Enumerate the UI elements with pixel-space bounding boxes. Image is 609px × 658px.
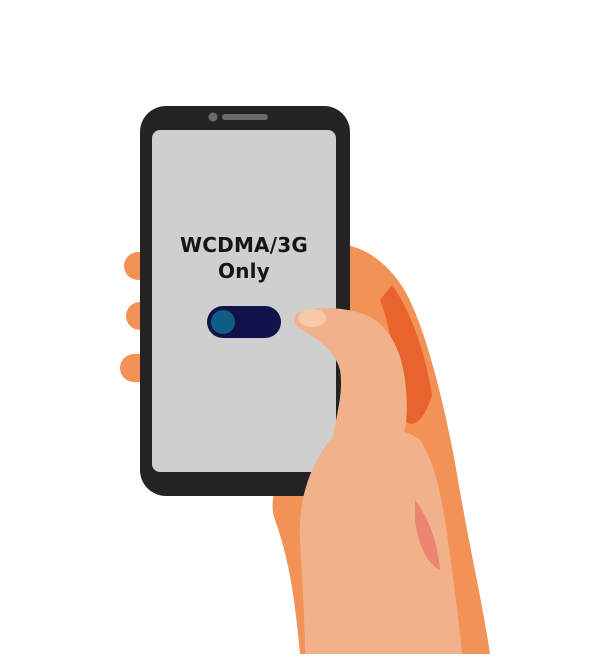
phone-screen xyxy=(152,130,336,472)
front-camera-icon xyxy=(208,112,218,122)
thumbnail xyxy=(298,309,326,327)
illustration-scene: WCDMA/3G Only xyxy=(0,0,609,655)
hand-holding-phone-illustration xyxy=(120,106,490,655)
network-mode-line-1: WCDMA/3G xyxy=(180,233,308,257)
toggle-knob xyxy=(211,310,235,334)
network-mode-line-2: Only xyxy=(218,259,270,283)
network-mode-toggle[interactable] xyxy=(207,306,281,338)
speaker-grille-icon xyxy=(222,114,268,120)
network-mode-label: WCDMA/3G Only xyxy=(152,232,336,284)
